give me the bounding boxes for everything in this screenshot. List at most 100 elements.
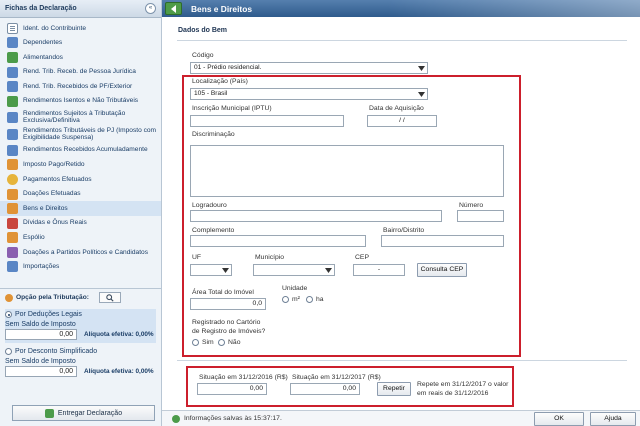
unidade-label: Unidade [282,285,308,292]
aliquota-simplificado: Alíquota efetiva: 0,00% [84,368,154,375]
radio-deducoes-legais-label: Por Deduções Legais [15,311,82,318]
radio-ha[interactable] [306,296,313,303]
unidade-m2-label: m² [292,296,300,303]
tributacao-title: Opção pela Tributação: [16,294,89,301]
codigo-label: Código [192,52,214,59]
entregar-declaracao-button[interactable]: Entregar Declaração [12,405,155,421]
cep-input[interactable]: - [353,264,405,276]
sidebar-item-label: Rend. Trib. Recebidos de PF/Exterior [23,82,133,90]
sidebar-item[interactable]: Imposto Pago/Retido [0,158,161,173]
radio-sim[interactable] [192,339,199,346]
logradouro-input[interactable] [190,210,442,222]
sidebar: Fichas da Declaração « Ident. do Contrib… [0,0,162,426]
collapse-sidebar-icon[interactable]: « [145,3,156,14]
back-button[interactable] [165,2,182,15]
repetir-button[interactable]: Repetir [377,382,411,396]
iptu-label: Inscrição Municipal (IPTU) [192,105,272,112]
arrow-left-icon [170,4,176,13]
complemento-label: Complemento [192,227,235,234]
fichas-list: Ident. do Contribuinte Dependentes Aliment… [0,18,161,274]
sidebar-item[interactable]: Rendimentos Sujeitos à Tributação Exclus… [0,109,161,126]
ficha-blue-icon [7,128,18,140]
area-input[interactable]: 0,0 [190,298,266,310]
sidebar-item-label: Rendimentos Recebidos Acumuladamente [23,146,148,154]
localizacao-value: 105 - Brasil [194,90,228,97]
chevron-down-icon [221,266,230,274]
sidebar-item[interactable]: Ident. do Contribuinte [0,21,161,36]
localizacao-select[interactable]: 105 - Brasil [190,88,428,100]
opt-deducoes-legais: Por Deduções Legais Sem Saldo de Imposto… [5,309,156,343]
iptu-input[interactable] [190,115,344,127]
codigo-value: 01 - Prédio residencial. [194,64,262,71]
main-form: Dados do Bem Código 01 - Prédio residenc… [167,17,631,410]
sidebar-item[interactable]: Rend. Trib. Receb. de Pessoa Jurídica [0,65,161,80]
localizacao-label: Localização (País) [192,78,248,85]
sidebar-item[interactable]: Rendimentos Recebidos Acumuladamente [0,143,161,158]
sidebar-item[interactable]: Doações a Partidos Políticos e Candidato… [0,245,161,260]
uf-select[interactable] [190,264,232,276]
sidebar-item[interactable]: Alimentandos [0,50,161,65]
saldo-simplificado-label: Sem Saldo de Imposto [5,358,76,365]
cep-label: CEP [355,254,369,261]
sidebar-item[interactable]: Importações [0,260,161,275]
sidebar-item-label: Imposto Pago/Retido [23,161,85,169]
sidebar-item[interactable]: Bens e Direitos [0,201,161,216]
chevron-down-icon [417,90,426,98]
section-divider [177,40,627,41]
situacao-2017-label: Situação em 31/12/2017 (R$) [292,374,381,381]
consulta-cep-button[interactable]: Consulta CEP [417,263,467,277]
radio-desconto-simplificado[interactable] [5,348,12,355]
situacao-divider [177,360,627,361]
sidebar-item[interactable]: Dependentes [0,36,161,51]
sidebar-item-label: Doações Efetuadas [23,190,81,198]
repetir-hint-2: em reais de 31/12/2016 [417,390,489,397]
discriminacao-textarea[interactable] [190,145,504,197]
situacao-2016-label: Situação em 31/12/2016 (R$) [199,374,288,381]
sidebar-item-label: Importações [23,263,60,271]
complemento-input[interactable] [190,235,366,247]
ajuda-button[interactable]: Ajuda [590,412,636,426]
radio-desconto-simplificado-label: Por Desconto Simplificado [15,348,98,355]
sidebar-item[interactable]: Dívidas e Ônus Reais [0,216,161,231]
sidebar-item-label: Rendimentos Sujeitos à Tributação Exclus… [23,109,126,125]
sidebar-item-label: Rendimentos Tributáveis de PJ (Imposto c… [23,126,157,142]
sidebar-item[interactable]: Rendimentos Isentos e Não Tributáveis [0,94,161,109]
numero-label: Número [459,202,484,209]
section-title: Dados do Bem [178,27,228,34]
ficha-orange-icon [7,159,18,171]
ficha-orange-icon [7,188,18,200]
page-title: Bens e Direitos [191,3,252,14]
situacao-2016-input[interactable]: 0,00 [197,383,267,395]
magnifier-button[interactable] [98,292,121,303]
saldo-simplificado-value: 0,00 [5,366,77,377]
radio-deducoes-legais[interactable] [5,311,12,318]
situacao-2017-input[interactable]: 0,00 [290,383,360,395]
ok-button[interactable]: OK [534,412,584,426]
ficha-coin-icon [7,173,18,185]
sidebar-item[interactable]: Rend. Trib. Recebidos de PF/Exterior [0,79,161,94]
sidebar-item[interactable]: Pagamentos Efetuados [0,172,161,187]
bairro-input[interactable] [381,235,504,247]
opt-desconto-simplificado: Por Desconto Simplificado Sem Saldo de I… [5,346,156,380]
sidebar-item-label: Doações a Partidos Políticos e Candidato… [23,248,148,256]
sidebar-title: Fichas da Declaração [5,5,77,12]
sidebar-item[interactable]: Espólio [0,231,161,246]
chevron-down-icon [324,266,333,274]
numero-input[interactable] [457,210,504,222]
sidebar-item[interactable]: Rendimentos Tributáveis de PJ (Imposto c… [0,126,161,143]
registrado-nao-option[interactable]: Não [218,339,240,346]
registrado-sim-option[interactable]: Sim [192,339,214,346]
radio-m2[interactable] [282,296,289,303]
municipio-select[interactable] [253,264,335,276]
area-label: Área Total do Imóvel [192,289,254,296]
sidebar-item-label: Dependentes [23,39,63,47]
unidade-m2-option[interactable]: m² [282,296,300,303]
radio-nao[interactable] [218,339,225,346]
sidebar-item-label: Rendimentos Isentos e Não Tributáveis [23,97,139,105]
codigo-select[interactable]: 01 - Prédio residencial. [190,62,428,74]
registrado-label-2: de Registro de Imóveis? [192,328,266,335]
unidade-ha-option[interactable]: ha [306,296,324,303]
sidebar-item[interactable]: Doações Efetuadas [0,187,161,202]
data-aquisicao-input[interactable]: / / [367,115,437,127]
sidebar-item-label: Ident. do Contribuinte [23,24,87,32]
